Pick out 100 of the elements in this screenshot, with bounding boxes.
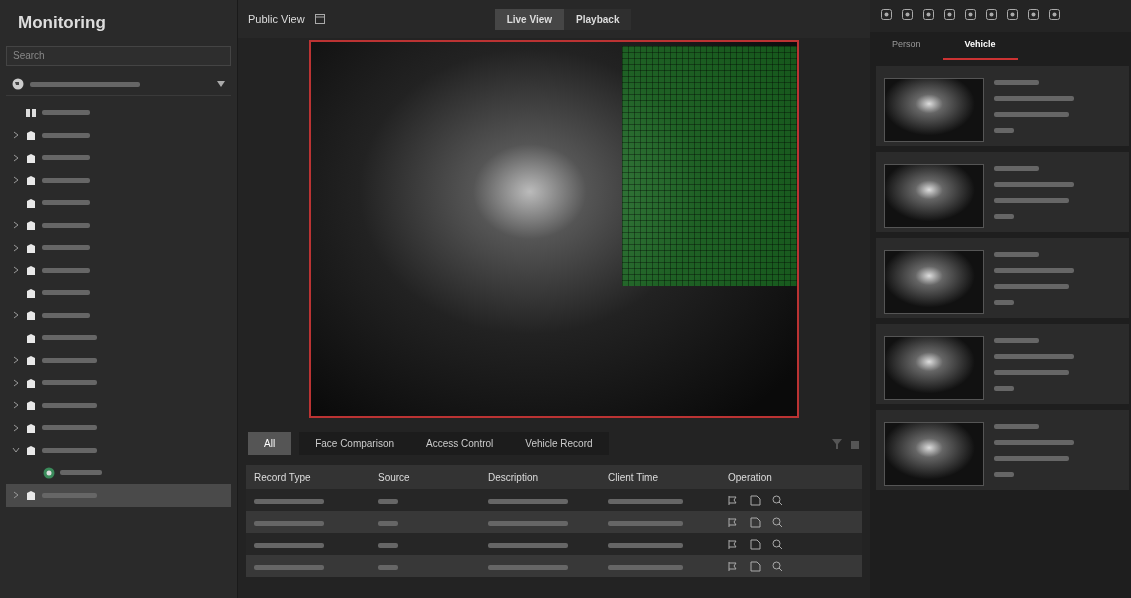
building-icon bbox=[25, 286, 37, 299]
blurred-text bbox=[994, 252, 1039, 258]
blurred-text bbox=[994, 300, 1014, 306]
mode-tab[interactable]: Playback bbox=[564, 8, 632, 30]
blurred-text bbox=[994, 338, 1039, 344]
blurred-text bbox=[42, 402, 97, 408]
building-icon bbox=[25, 174, 37, 187]
event-tab[interactable]: All bbox=[248, 432, 292, 455]
blurred-text bbox=[994, 166, 1039, 172]
blurred-text bbox=[42, 357, 97, 363]
grid-view-icon bbox=[25, 106, 37, 119]
mode-tab[interactable]: Live View bbox=[494, 8, 565, 30]
chevron-down-icon[interactable] bbox=[12, 446, 20, 455]
capture-card[interactable] bbox=[876, 65, 1129, 146]
search-icon[interactable] bbox=[772, 538, 783, 550]
building-icon bbox=[25, 129, 37, 142]
search-field[interactable]: Search bbox=[6, 45, 231, 66]
column-header: Description bbox=[488, 471, 539, 483]
delete-icon[interactable] bbox=[850, 438, 860, 449]
building-icon bbox=[25, 196, 37, 209]
blurred-text bbox=[42, 200, 90, 206]
column-header: Operation bbox=[728, 471, 772, 483]
building-icon bbox=[25, 376, 37, 389]
building-icon bbox=[25, 151, 37, 164]
blurred-text bbox=[994, 128, 1014, 134]
column-header: Source bbox=[378, 471, 410, 483]
event-tab[interactable]: Face Comparison bbox=[299, 432, 411, 455]
capture-tab[interactable]: Person bbox=[870, 32, 943, 60]
column-header: Record Type bbox=[254, 471, 311, 483]
chevron-right-icon[interactable] bbox=[12, 311, 20, 320]
building-icon bbox=[25, 241, 37, 254]
blurred-text bbox=[42, 380, 97, 386]
chevron-right-icon[interactable] bbox=[12, 221, 20, 230]
chevron-right-icon[interactable] bbox=[12, 378, 20, 387]
blurred-text bbox=[254, 520, 324, 526]
filter-icon[interactable] bbox=[832, 438, 842, 449]
document-icon[interactable] bbox=[750, 494, 761, 506]
blurred-text bbox=[378, 542, 398, 548]
blurred-text bbox=[254, 564, 324, 570]
blurred-text bbox=[378, 498, 398, 504]
capture-card[interactable] bbox=[876, 237, 1129, 318]
chevron-right-icon[interactable] bbox=[12, 401, 20, 410]
column-header: Client Time bbox=[608, 471, 658, 483]
capture-card[interactable] bbox=[876, 409, 1129, 490]
blurred-text bbox=[42, 492, 97, 498]
capture-card[interactable] bbox=[876, 323, 1129, 404]
chevron-right-icon[interactable] bbox=[12, 176, 20, 185]
building-icon bbox=[25, 399, 37, 412]
blurred-text bbox=[254, 542, 324, 548]
chevron-right-icon[interactable] bbox=[12, 153, 20, 162]
blurred-text bbox=[994, 214, 1014, 220]
blurred-text bbox=[994, 472, 1014, 478]
camera-icon bbox=[43, 466, 55, 479]
building-icon bbox=[25, 219, 37, 232]
building-icon bbox=[25, 264, 37, 277]
building-icon bbox=[25, 309, 37, 322]
caret-down-icon bbox=[217, 81, 225, 87]
blurred-text bbox=[378, 564, 398, 570]
capture-card[interactable] bbox=[876, 151, 1129, 232]
blurred-text bbox=[42, 447, 97, 453]
document-icon[interactable] bbox=[750, 538, 761, 550]
blurred-text bbox=[42, 290, 90, 296]
event-tab[interactable]: Vehicle Record bbox=[509, 432, 609, 455]
building-icon bbox=[25, 489, 37, 502]
blurred-text bbox=[42, 155, 90, 161]
blurred-text bbox=[254, 498, 324, 504]
blurred-text bbox=[42, 177, 90, 183]
building-icon bbox=[25, 354, 37, 367]
blurred-text bbox=[42, 245, 90, 251]
chevron-right-icon[interactable] bbox=[12, 266, 20, 275]
blurred-text bbox=[378, 520, 398, 526]
blurred-text bbox=[994, 80, 1039, 86]
capture-tab[interactable]: Vehicle bbox=[942, 32, 1018, 60]
chevron-right-icon[interactable] bbox=[12, 131, 20, 140]
blurred-text bbox=[42, 110, 90, 116]
building-icon bbox=[25, 421, 37, 434]
building-icon bbox=[25, 444, 37, 457]
blurred-text bbox=[60, 470, 102, 476]
blurred-text bbox=[42, 425, 97, 431]
blurred-text bbox=[42, 312, 90, 318]
event-tab[interactable]: Access Control bbox=[410, 432, 510, 455]
chevron-right-icon[interactable] bbox=[12, 491, 20, 500]
search-icon[interactable] bbox=[772, 494, 783, 506]
chevron-right-icon[interactable] bbox=[12, 356, 20, 365]
blurred-text bbox=[994, 386, 1014, 392]
blurred-text bbox=[42, 222, 90, 228]
building-icon bbox=[25, 331, 37, 344]
blurred-text bbox=[42, 335, 97, 341]
chevron-right-icon[interactable] bbox=[12, 243, 20, 252]
page-title: Monitoring bbox=[17, 12, 107, 34]
document-icon[interactable] bbox=[750, 560, 761, 572]
search-icon[interactable] bbox=[772, 516, 783, 528]
globe-icon bbox=[12, 78, 24, 90]
blurred-text bbox=[42, 267, 90, 273]
search-icon[interactable] bbox=[772, 560, 783, 572]
document-icon[interactable] bbox=[750, 516, 761, 528]
view-title: Public View bbox=[248, 11, 305, 27]
blurred-text bbox=[994, 424, 1039, 430]
chevron-right-icon[interactable] bbox=[12, 423, 20, 432]
blurred-text bbox=[42, 132, 90, 138]
